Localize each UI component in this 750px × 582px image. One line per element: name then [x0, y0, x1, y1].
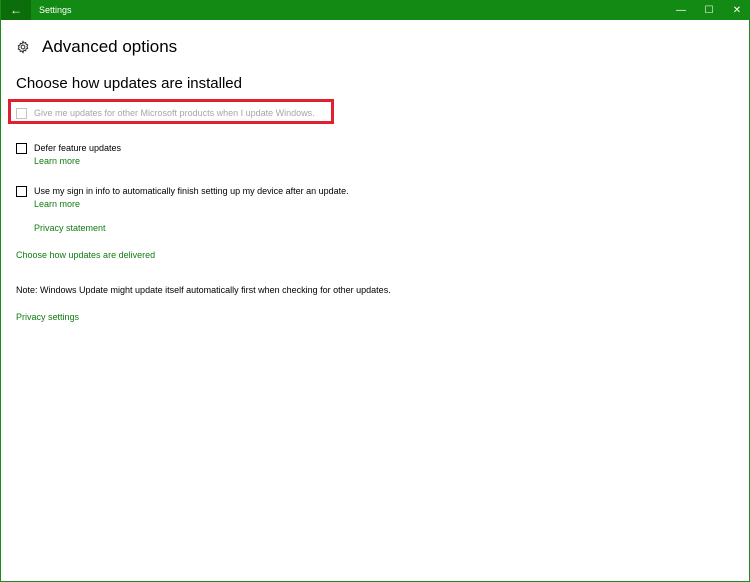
option-other-ms-products[interactable]: Give me updates for other Microsoft prod…	[16, 108, 315, 119]
sign-in-info-checkbox[interactable]	[16, 186, 27, 197]
maximize-icon: ☐	[704, 4, 714, 16]
option-label: Give me updates for other Microsoft prod…	[34, 108, 315, 118]
back-button[interactable]: ←	[1, 0, 31, 20]
maximize-button[interactable]: ☐	[695, 0, 723, 20]
privacy-settings-link[interactable]: Privacy settings	[16, 312, 79, 322]
option-defer-feature-updates[interactable]: Defer feature updates	[16, 143, 121, 154]
minimize-icon: —	[676, 4, 686, 16]
page-title: Advanced options	[42, 37, 178, 56]
gear-icon	[16, 40, 30, 54]
option-sign-in-info[interactable]: Use my sign in info to automatically fin…	[16, 186, 349, 197]
close-button[interactable]: ✕	[723, 0, 750, 20]
page-header: Advanced options	[16, 36, 177, 58]
option-label: Defer feature updates	[34, 143, 122, 153]
update-note: Note: Windows Update might update itself…	[16, 285, 391, 295]
minimize-button[interactable]: —	[667, 0, 695, 20]
option-label: Use my sign in info to automatically fin…	[34, 186, 349, 196]
defer-feature-updates-checkbox[interactable]	[16, 143, 27, 154]
learn-more-link[interactable]: Learn more	[34, 156, 80, 166]
section-title: Choose how updates are installed	[16, 75, 242, 92]
close-icon: ✕	[732, 4, 742, 16]
privacy-statement-link[interactable]: Privacy statement	[34, 223, 106, 233]
back-arrow-icon: ←	[10, 3, 22, 17]
app-title: Settings	[39, 5, 72, 15]
title-bar: ← Settings — ☐ ✕	[1, 0, 750, 20]
other-ms-products-checkbox[interactable]	[16, 108, 27, 119]
learn-more-link[interactable]: Learn more	[34, 199, 80, 209]
settings-window: ← Settings — ☐ ✕ Advanced options Choose…	[0, 0, 750, 582]
delivery-options-link[interactable]: Choose how updates are delivered	[16, 250, 155, 260]
window-controls: — ☐ ✕	[667, 0, 750, 20]
